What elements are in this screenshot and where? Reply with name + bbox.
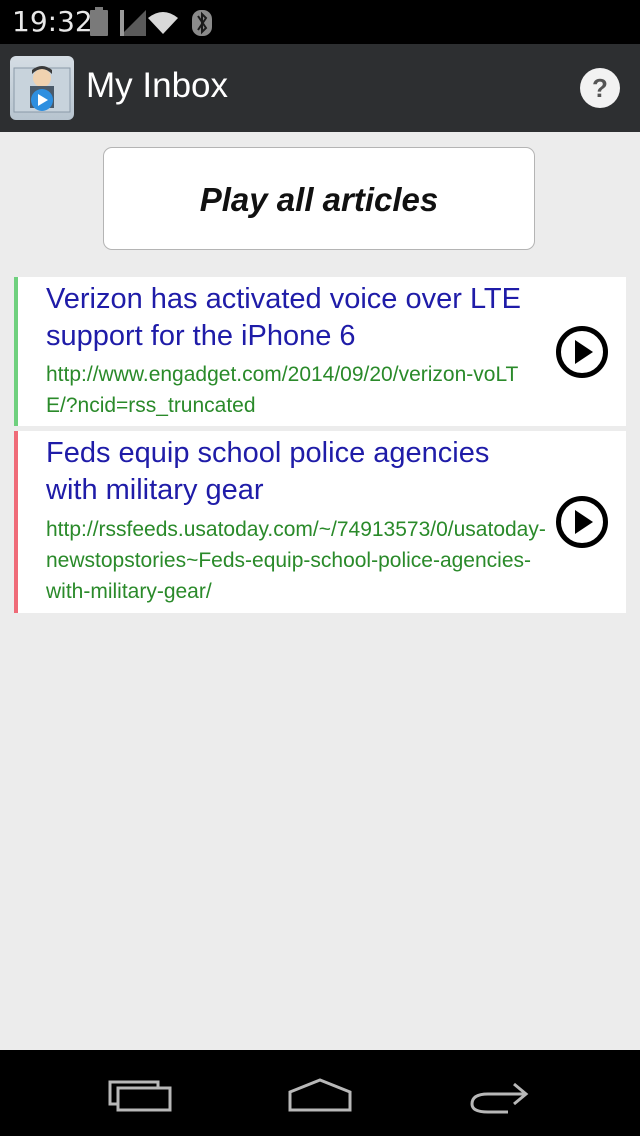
signal-icon [120, 10, 146, 36]
play-circle-icon[interactable] [555, 495, 609, 549]
action-bar: My Inbox ? [0, 44, 640, 132]
play-circle-icon[interactable] [555, 325, 609, 379]
status-bar: 19:32 [0, 0, 640, 44]
wifi-icon [148, 12, 178, 34]
battery-icon [90, 7, 108, 36]
recents-icon[interactable] [100, 1070, 180, 1118]
help-icon: ? [592, 73, 608, 103]
article-url: http://rssfeeds.usatoday.com/~/74913573/… [46, 518, 546, 603]
article-url: http://www.engadget.com/2014/09/20/veriz… [46, 363, 519, 417]
back-icon[interactable] [458, 1070, 538, 1118]
status-icons [90, 7, 212, 36]
play-all-label: Play all articles [199, 181, 439, 218]
page-title: My Inbox [86, 66, 228, 105]
help-button[interactable]: ? [580, 68, 620, 108]
article-item[interactable]: Verizon has activated voice over LTE sup… [14, 277, 626, 426]
article-item[interactable]: Feds equip school police agencies with m… [14, 431, 626, 613]
status-time: 19:32 [12, 5, 93, 38]
navigation-bar [0, 1050, 640, 1136]
home-icon[interactable] [280, 1070, 360, 1118]
app-logo-icon[interactable] [10, 56, 74, 120]
bluetooth-icon [192, 10, 212, 36]
article-title[interactable]: Verizon has activated voice over LTE sup… [46, 281, 546, 355]
article-title[interactable]: Feds equip school police agencies with m… [46, 435, 546, 509]
play-all-button[interactable]: Play all articles [103, 147, 535, 250]
